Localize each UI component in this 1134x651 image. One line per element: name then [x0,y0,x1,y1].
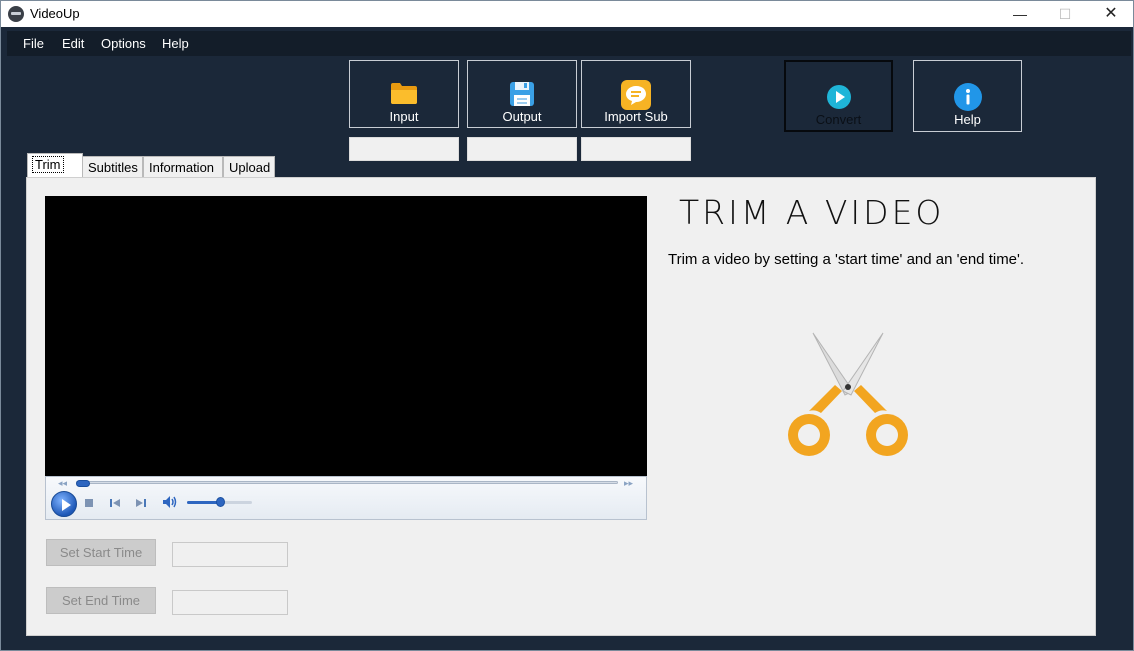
tab-trim[interactable]: Trim [27,153,83,177]
minimize-button[interactable]: — [997,1,1043,27]
trim-description: Trim a video by setting a 'start time' a… [668,251,1025,268]
stop-icon[interactable] [84,498,94,508]
subtitle-chat-icon [621,80,651,110]
tab-subtitles[interactable]: Subtitles [82,156,143,177]
input-button-label: Input [389,109,419,124]
convert-button[interactable]: Convert [784,60,893,132]
set-end-time-button[interactable]: Set End Time [46,587,156,614]
end-time-field[interactable] [172,590,288,615]
set-start-time-button[interactable]: Set Start Time [46,539,156,566]
volume-slider[interactable] [187,497,252,507]
help-button-label: Help [954,112,981,127]
start-time-field[interactable] [172,542,288,567]
folder-icon [391,83,417,104]
close-button[interactable]: ✕ [1088,1,1134,27]
output-button[interactable]: Output [467,60,577,128]
seek-handle[interactable] [76,480,90,487]
import-sub-button-label: Import Sub [604,109,668,124]
seek-forward-icon[interactable]: ▸▸ [624,478,633,489]
info-icon [954,83,982,111]
volume-icon[interactable] [162,495,178,509]
media-controls: ◂◂ ▸▸ [45,476,647,520]
save-icon [510,82,534,106]
input-button[interactable]: Input [349,60,459,128]
previous-icon[interactable] [109,498,121,508]
seek-bar[interactable] [76,481,618,484]
title-bar: VideoUp — ☐ ✕ [1,1,1133,27]
output-path-field [467,137,577,161]
help-button[interactable]: Help [913,60,1022,132]
volume-handle[interactable] [215,497,225,507]
play-button[interactable] [51,491,77,517]
menu-edit[interactable]: Edit [62,36,84,51]
menu-help[interactable]: Help [162,36,189,51]
menu-file[interactable]: File [23,36,44,51]
output-button-label: Output [502,109,542,124]
seek-back-icon[interactable]: ◂◂ [58,478,67,489]
input-path-field [349,137,459,161]
menu-options[interactable]: Options [101,36,146,51]
window-bottom-edge [1,646,1133,650]
import-sub-button[interactable]: Import Sub [581,60,691,128]
next-icon[interactable] [135,498,147,508]
tab-information[interactable]: Information [143,156,223,177]
menu-bar: File Edit Options Help [7,31,1131,56]
play-circle-icon [827,85,851,109]
app-logo-icon [8,6,24,22]
maximize-button[interactable]: ☐ [1042,1,1088,27]
scissors-icon [788,332,908,456]
page-title: TRIM A VIDEO [679,193,945,232]
tab-trim-label: Trim [32,156,64,173]
video-preview[interactable] [45,196,647,476]
convert-button-label: Convert [815,112,862,127]
app-window: VideoUp — ☐ ✕ File Edit Options Help Inp… [0,0,1134,651]
window-title: VideoUp [30,6,80,21]
tab-upload[interactable]: Upload [223,156,275,177]
volume-level [187,501,220,504]
subtitle-path-field [581,137,691,161]
